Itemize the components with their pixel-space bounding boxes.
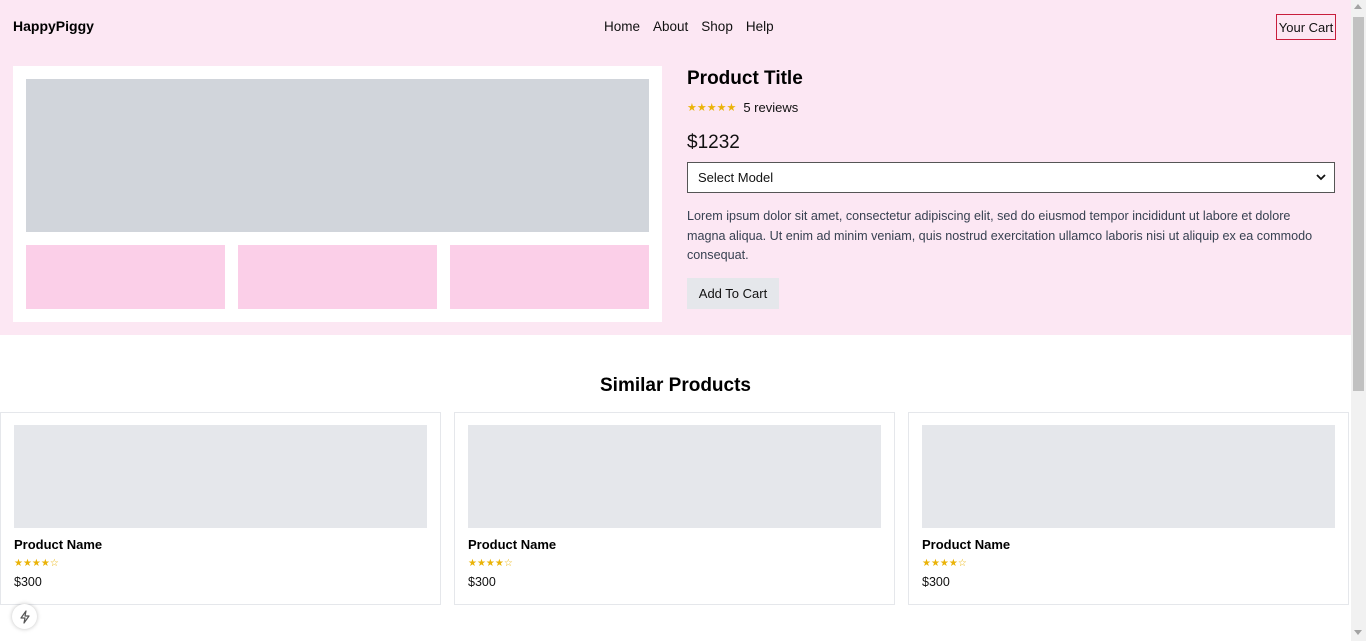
- product-card-price: $300: [14, 575, 42, 589]
- star-rating-icon: ★★★★★: [687, 102, 737, 114]
- thumbnail-3[interactable]: [450, 245, 649, 309]
- product-card[interactable]: Product Name ★★★★☆ $300: [454, 412, 895, 605]
- logo[interactable]: HappyPiggy: [13, 18, 94, 34]
- product-card-price: $300: [468, 575, 496, 589]
- product-card[interactable]: Product Name ★★★★☆ $300: [0, 412, 441, 605]
- product-card-image: [468, 425, 881, 528]
- main-product-image: [26, 79, 649, 232]
- product-price: $1232: [687, 132, 740, 153]
- your-cart-button[interactable]: Your Cart: [1276, 14, 1336, 40]
- product-card-name: Product Name: [922, 537, 1011, 552]
- dev-tools-badge[interactable]: [12, 604, 37, 629]
- star-rating-icon: ★★★★☆: [468, 558, 513, 569]
- scroll-up-arrow-icon[interactable]: [1354, 4, 1362, 9]
- site-header: HappyPiggy Home About Shop Help Your Car…: [0, 0, 1351, 55]
- scrollbar-thumb[interactable]: [1353, 17, 1364, 391]
- product-card-image: [14, 425, 427, 528]
- nav-home-link[interactable]: Home: [604, 19, 640, 34]
- similar-products-heading: Similar Products: [600, 375, 751, 396]
- model-select[interactable]: Select Model: [687, 162, 1335, 193]
- nav-help-link[interactable]: Help: [746, 19, 774, 34]
- thumbnail-2[interactable]: [238, 245, 437, 309]
- product-rating: ★★★★★ 5 reviews: [687, 100, 798, 115]
- thumbnail-1[interactable]: [26, 245, 225, 309]
- chevron-down-icon: [1316, 174, 1326, 181]
- star-rating-icon: ★★★★☆: [922, 558, 967, 569]
- scroll-down-arrow-icon[interactable]: [1354, 630, 1362, 635]
- product-card-price: $300: [922, 575, 950, 589]
- model-select-value: Select Model: [698, 170, 774, 185]
- product-title: Product Title: [687, 68, 803, 89]
- nav-shop-link[interactable]: Shop: [701, 19, 733, 34]
- nav-about-link[interactable]: About: [653, 19, 688, 34]
- product-card-name: Product Name: [468, 537, 557, 552]
- page: HappyPiggy Home About Shop Help Your Car…: [0, 0, 1351, 641]
- reviews-count[interactable]: 5 reviews: [743, 100, 798, 115]
- add-to-cart-button[interactable]: Add To Cart: [687, 278, 779, 309]
- product-card-image: [922, 425, 1335, 528]
- product-description: Lorem ipsum dolor sit amet, consectetur …: [687, 209, 1313, 262]
- product-card-name: Product Name: [14, 537, 103, 552]
- product-gallery: [13, 66, 662, 322]
- star-rating-icon: ★★★★☆: [14, 558, 59, 569]
- product-hero: Product Title ★★★★★ 5 reviews $1232 Sele…: [0, 55, 1351, 335]
- vertical-scrollbar[interactable]: [1351, 0, 1366, 641]
- lightning-icon: [19, 609, 30, 624]
- product-card[interactable]: Product Name ★★★★☆ $300: [908, 412, 1349, 605]
- main-nav: Home About Shop Help: [604, 19, 774, 34]
